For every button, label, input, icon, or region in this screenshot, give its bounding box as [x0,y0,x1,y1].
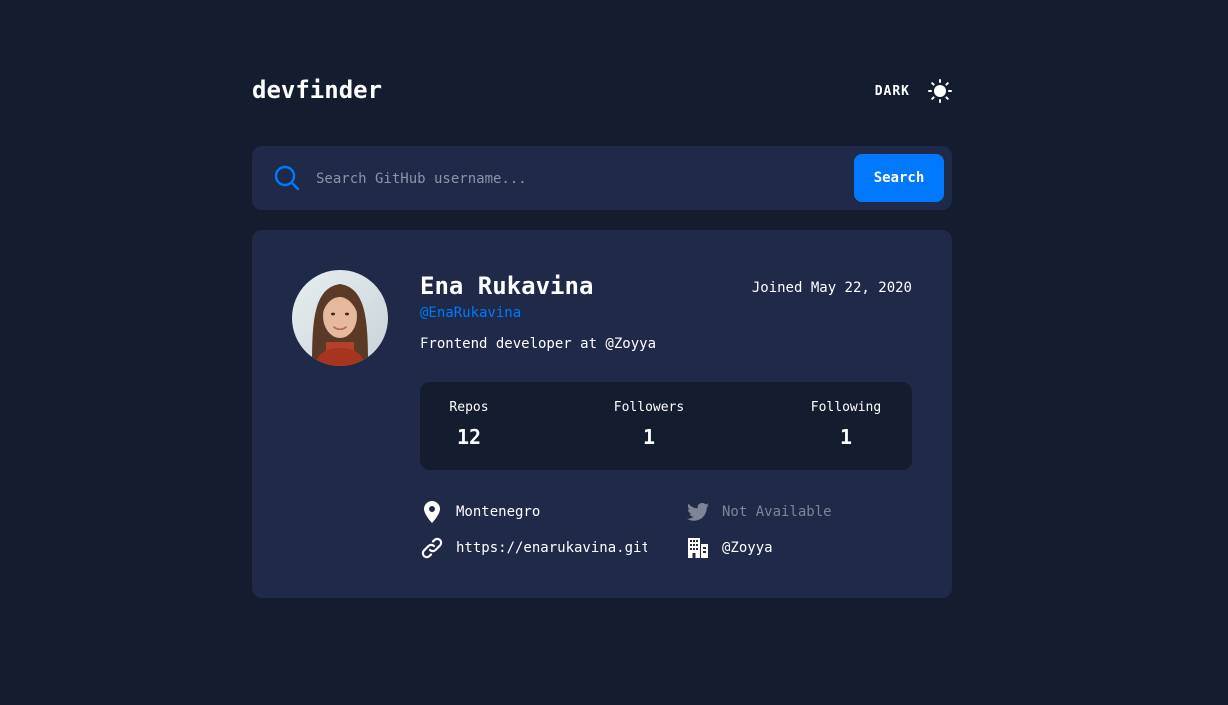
stat-following-value: 1 [839,425,853,449]
header: devfinder DARK [252,72,952,110]
stat-repos-value: 12 [456,425,482,449]
profile-card: Ena Rukavina Joined May 22, 2020 @EnaRuk… [252,230,952,598]
twitter-text: Not Available [722,504,832,520]
search-button[interactable]: Search [854,154,944,202]
stat-following: Following 1 [808,400,884,449]
stat-repos-label: Repos [449,400,489,415]
search-icon [274,165,300,195]
company-text: @Zoyya [722,540,773,556]
stat-repos: Repos 12 [448,400,490,449]
search-bar: Search [252,146,952,210]
blog-link[interactable]: https://enarukavina.git [456,540,647,556]
joined-date: Joined May 22, 2020 [751,280,912,296]
avatar [292,270,388,366]
sun-icon [928,79,952,103]
location-pin-icon [420,500,444,524]
location-text: Montenegro [456,504,541,520]
profile-login-link[interactable]: @EnaRukavina [420,305,521,321]
theme-toggle-label: DARK [874,83,910,99]
stat-followers: Followers 1 [612,400,686,449]
twitter-icon [686,500,710,524]
profile-name: Ena Rukavina [420,272,594,300]
search-input[interactable] [314,162,838,196]
stats-panel: Repos 12 Followers 1 Following 1 [420,382,912,470]
theme-toggle-button[interactable]: DARK [875,76,952,106]
stat-followers-value: 1 [642,425,656,449]
building-icon [686,536,710,560]
stat-followers-label: Followers [613,400,685,415]
location-row: Montenegro [420,500,540,524]
stat-following-label: Following [810,400,882,415]
company-row: @Zoyya [686,536,773,560]
blog-row[interactable]: https://enarukavina.git [420,536,647,560]
profile-bio: Frontend developer at @Zoyya [420,336,657,352]
link-icon [420,536,444,560]
twitter-row: Not Available [686,500,832,524]
app-logo: devfinder [252,76,383,104]
